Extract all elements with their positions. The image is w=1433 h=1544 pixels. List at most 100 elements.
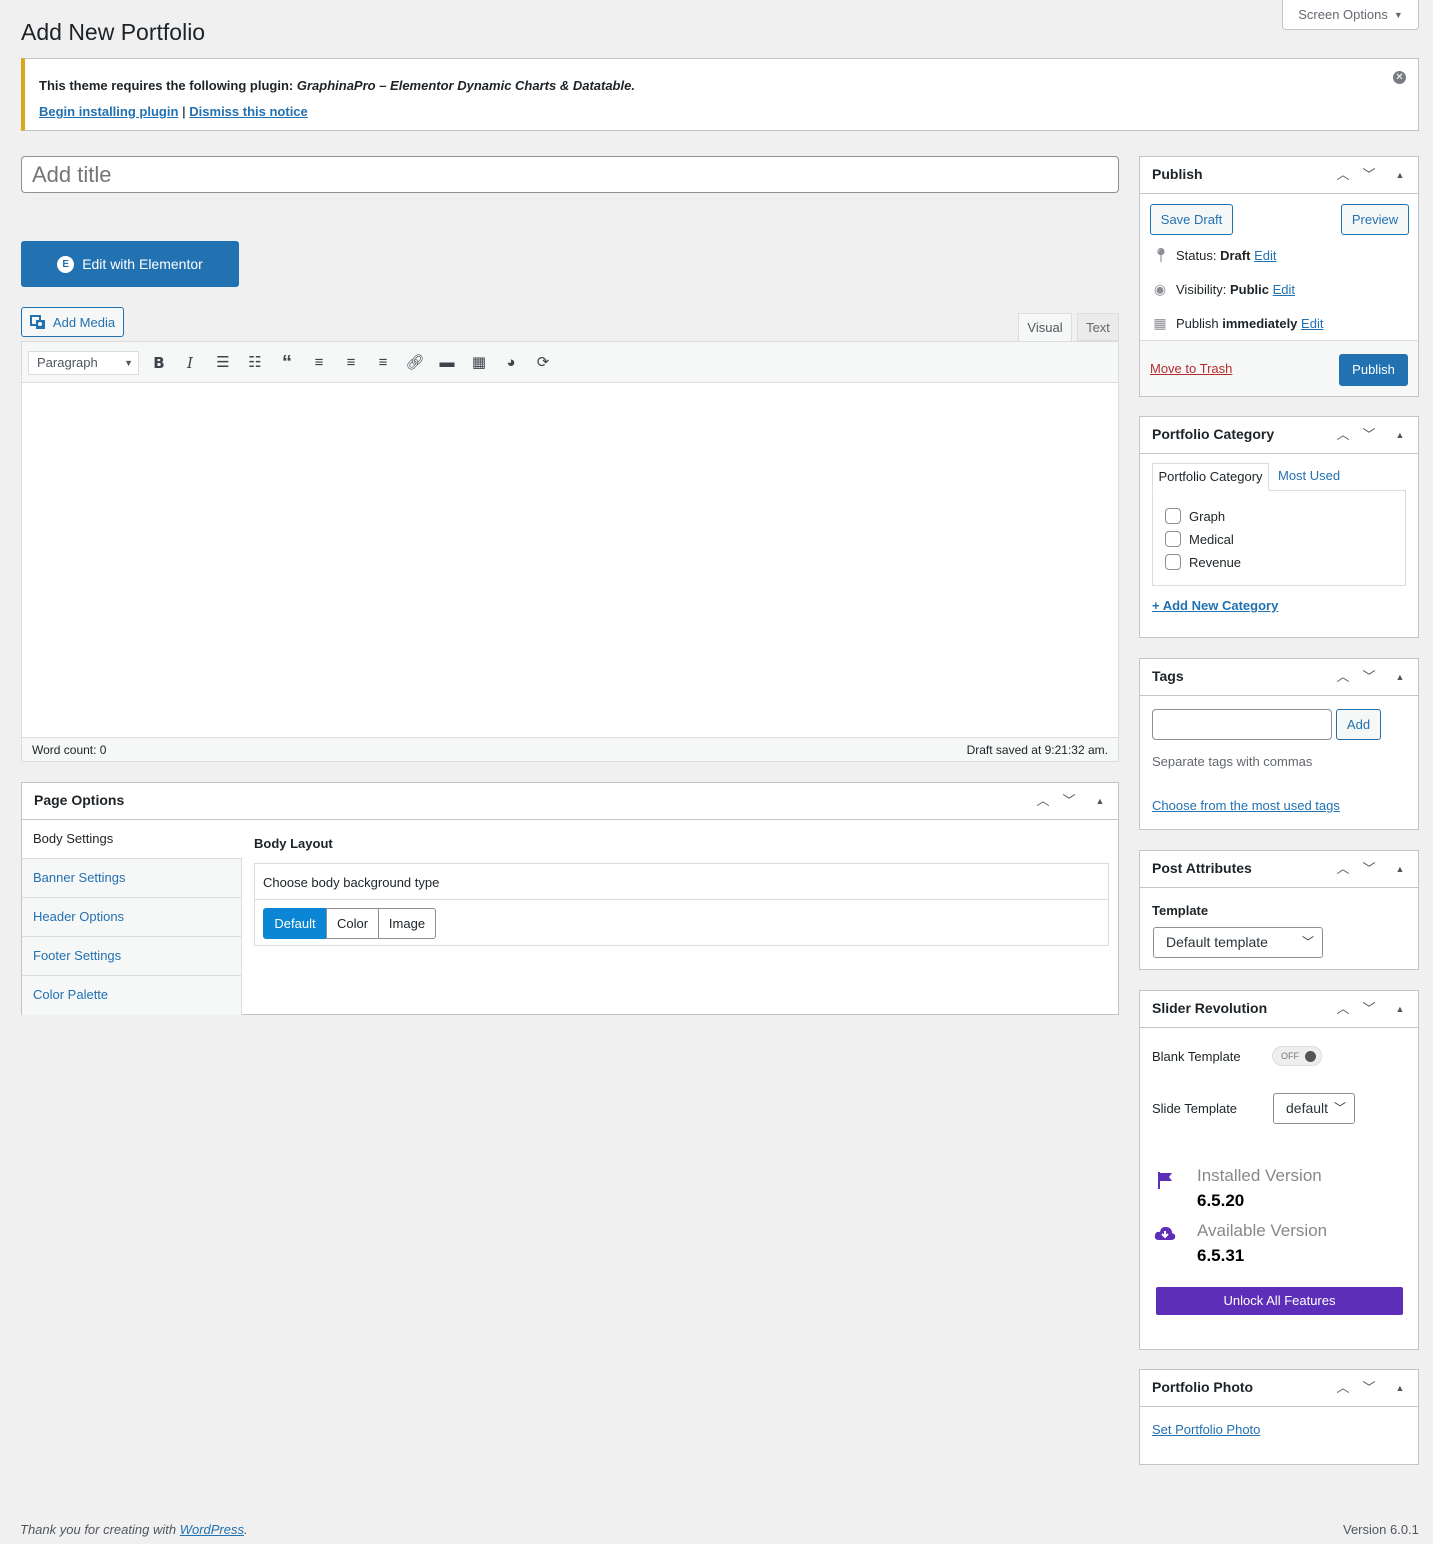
move-down-icon[interactable]: ﹀ [1360, 166, 1378, 184]
slide-template-select[interactable]: default ﹀ [1273, 1093, 1355, 1124]
toggle-panel-icon[interactable]: ▲ [1091, 792, 1109, 810]
tab-color-palette[interactable]: Color Palette [22, 976, 242, 1015]
wordpress-link[interactable]: WordPress [180, 1522, 244, 1537]
portfolio-photo-box: Portfolio Photo ︿ ﹀ ▲ Set Portfolio Phot… [1139, 1369, 1419, 1465]
tab-most-used[interactable]: Most Used [1278, 463, 1358, 491]
slide-template-label: Slide Template [1152, 1101, 1238, 1116]
close-icon[interactable]: ✕ [1393, 71, 1406, 84]
checkbox[interactable] [1165, 531, 1181, 547]
add-tag-button[interactable]: Add [1336, 709, 1381, 740]
publish-actions: Move to Trash Publish [1140, 340, 1418, 396]
align-left-icon[interactable]: ≡ [308, 352, 330, 374]
notice-links: Begin installing plugin | Dismiss this n… [39, 104, 308, 119]
template-value: Default template [1166, 934, 1268, 950]
chart-icon[interactable]: ◕ [500, 352, 522, 374]
move-down-icon[interactable]: ﹀ [1060, 792, 1078, 810]
move-down-icon[interactable]: ﹀ [1360, 860, 1378, 878]
screen-options-button[interactable]: Screen Options ▼ [1282, 0, 1419, 30]
slider-header: Slider Revolution ︿ ﹀ ▲ [1140, 991, 1418, 1028]
move-down-icon[interactable]: ﹀ [1360, 426, 1378, 444]
move-up-icon[interactable]: ︿ [1334, 166, 1352, 184]
toolbar-toggle-icon[interactable]: ▦ [468, 352, 490, 374]
move-up-icon[interactable]: ︿ [1334, 1379, 1352, 1397]
numbered-list-icon[interactable]: ☷ [244, 352, 266, 374]
notice-separator: | [182, 104, 186, 119]
move-down-icon[interactable]: ﹀ [1360, 1379, 1378, 1397]
move-to-trash-link[interactable]: Move to Trash [1150, 361, 1232, 376]
post-attributes-title: Post Attributes [1152, 860, 1252, 876]
edit-visibility-link[interactable]: Edit [1273, 282, 1295, 297]
toggle-panel-icon[interactable]: ▲ [1391, 860, 1409, 878]
choose-tags-link[interactable]: Choose from the most used tags [1152, 798, 1340, 813]
bg-color-button[interactable]: Color [326, 908, 379, 939]
dismiss-notice-link[interactable]: Dismiss this notice [189, 104, 307, 119]
add-new-category-link[interactable]: + Add New Category [1152, 598, 1278, 613]
move-up-icon[interactable]: ︿ [1334, 668, 1352, 686]
toggle-panel-icon[interactable]: ▲ [1391, 1379, 1409, 1397]
schedule-label: Publish [1176, 316, 1219, 331]
category-item[interactable]: Revenue [1165, 554, 1241, 570]
tab-header-options[interactable]: Header Options [22, 898, 242, 937]
move-up-icon[interactable]: ︿ [1334, 860, 1352, 878]
save-draft-button[interactable]: Save Draft [1150, 204, 1233, 235]
post-attributes-box: Post Attributes ︿ ﹀ ▲ Template Default t… [1139, 850, 1419, 970]
read-more-icon[interactable]: ▬ [436, 352, 458, 374]
begin-installing-link[interactable]: Begin installing plugin [39, 104, 178, 119]
footer-thanks: Thank you for creating with [20, 1522, 177, 1537]
move-down-icon[interactable]: ﹀ [1360, 668, 1378, 686]
tab-banner-settings[interactable]: Banner Settings [22, 859, 242, 898]
set-portfolio-photo-link[interactable]: Set Portfolio Photo [1152, 1422, 1260, 1437]
background-type-label: Choose body background type [263, 875, 440, 890]
add-media-button[interactable]: Add Media [21, 307, 124, 337]
tab-footer-settings[interactable]: Footer Settings [22, 937, 242, 976]
move-up-icon[interactable]: ︿ [1334, 1000, 1352, 1018]
elementor-icon: E [57, 255, 75, 273]
toggle-panel-icon[interactable]: ▲ [1391, 426, 1409, 444]
blank-template-toggle[interactable]: OFF [1272, 1046, 1322, 1066]
template-select[interactable]: Default template ﹀ [1153, 927, 1323, 958]
bg-image-button[interactable]: Image [378, 908, 436, 939]
publish-box: Publish ︿ ﹀ ▲ Save Draft Preview 📍︎ Stat… [1139, 156, 1419, 397]
move-up-icon[interactable]: ︿ [1034, 792, 1052, 810]
format-value: Paragraph [37, 355, 98, 370]
tags-input[interactable] [1152, 709, 1332, 740]
toggle-panel-icon[interactable]: ▲ [1391, 1000, 1409, 1018]
edit-status-link[interactable]: Edit [1254, 248, 1276, 263]
move-up-icon[interactable]: ︿ [1334, 426, 1352, 444]
word-count: Word count: 0 [32, 743, 107, 757]
title-input[interactable] [21, 156, 1119, 193]
tab-text[interactable]: Text [1077, 313, 1119, 341]
bulleted-list-icon[interactable]: ☰ [212, 352, 234, 374]
tab-body-settings[interactable]: Body Settings [22, 820, 243, 859]
caret-down-icon: ▼ [124, 358, 133, 368]
bg-default-button[interactable]: Default [263, 908, 327, 939]
checkbox[interactable] [1165, 554, 1181, 570]
available-version-value: 6.5.31 [1197, 1246, 1245, 1265]
add-media-label: Add Media [52, 314, 116, 330]
category-item[interactable]: Graph [1165, 508, 1225, 524]
schedule-row: ▦ Publish immediately Edit [1152, 315, 1323, 332]
publish-button[interactable]: Publish [1339, 354, 1408, 386]
align-right-icon[interactable]: ≡ [372, 352, 394, 374]
category-item[interactable]: Medical [1165, 531, 1234, 547]
link-icon[interactable]: 🔗︎ [404, 352, 426, 374]
edit-schedule-link[interactable]: Edit [1301, 316, 1323, 331]
refresh-icon[interactable]: ⟳ [532, 352, 554, 374]
italic-icon[interactable]: I [179, 352, 201, 374]
edit-with-elementor-button[interactable]: E Edit with Elementor [21, 241, 239, 287]
toggle-panel-icon[interactable]: ▲ [1391, 668, 1409, 686]
bold-icon[interactable]: B [148, 352, 170, 374]
checkbox[interactable] [1165, 508, 1181, 524]
move-down-icon[interactable]: ﹀ [1360, 1000, 1378, 1018]
tab-visual[interactable]: Visual [1018, 313, 1072, 342]
preview-button[interactable]: Preview [1341, 204, 1409, 235]
unlock-all-features-button[interactable]: Unlock All Features [1156, 1287, 1403, 1315]
blockquote-icon[interactable]: “ [276, 352, 298, 374]
align-center-icon[interactable]: ≡ [340, 352, 362, 374]
flag-icon [1158, 1172, 1172, 1189]
tab-all-categories[interactable]: Portfolio Category [1152, 463, 1269, 491]
blank-template-label: Blank Template [1152, 1049, 1241, 1064]
toggle-panel-icon[interactable]: ▲ [1391, 166, 1409, 184]
visibility-label: Visibility: [1176, 282, 1227, 297]
format-select[interactable]: Paragraph ▼ [28, 351, 139, 375]
